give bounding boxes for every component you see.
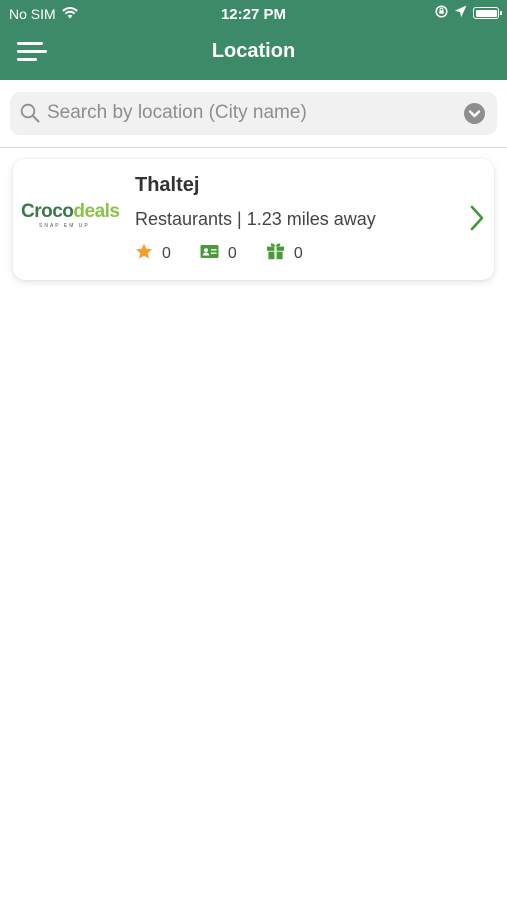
chevron-right-icon[interactable] bbox=[470, 205, 484, 236]
gift-icon bbox=[266, 242, 285, 265]
battery-icon bbox=[473, 7, 502, 19]
brand-logo: Crocodeals SNAP EM UP bbox=[21, 201, 120, 229]
rewards-count: 0 bbox=[293, 244, 303, 262]
chevron-down-icon[interactable] bbox=[464, 103, 485, 124]
header: No SIM 12:27 PM Location bbox=[0, 0, 507, 80]
cards-count: 0 bbox=[227, 244, 237, 262]
rewards-stat: 0 bbox=[266, 242, 303, 265]
id-card-icon bbox=[200, 244, 219, 264]
location-services-icon bbox=[454, 5, 467, 21]
page-title: Location bbox=[211, 40, 296, 62]
location-name: Thaltej bbox=[135, 174, 200, 196]
star-icon bbox=[135, 243, 153, 265]
search-icon bbox=[20, 103, 40, 128]
location-card[interactable]: Crocodeals SNAP EM UP Thaltej Restaurant… bbox=[13, 159, 494, 280]
search-bar bbox=[10, 92, 497, 135]
location-screen: No SIM 12:27 PM Location Search by locat… bbox=[0, 0, 507, 900]
cards-stat: 0 bbox=[200, 244, 237, 264]
location-stats: 0 0 0 bbox=[135, 242, 332, 265]
status-right bbox=[435, 5, 502, 21]
search-input[interactable] bbox=[47, 98, 457, 128]
favorites-stat: 0 bbox=[135, 243, 171, 265]
location-subtitle: Restaurants | 1.23 miles away bbox=[135, 209, 376, 229]
orientation-lock-icon bbox=[435, 5, 448, 21]
nav-bar: Location bbox=[0, 28, 507, 80]
favorites-count: 0 bbox=[162, 244, 171, 262]
logo-tagline: SNAP EM UP bbox=[39, 223, 90, 229]
status-time: 12:27 PM bbox=[220, 6, 287, 23]
status-bar: No SIM 12:27 PM bbox=[0, 0, 507, 28]
divider bbox=[0, 147, 507, 148]
